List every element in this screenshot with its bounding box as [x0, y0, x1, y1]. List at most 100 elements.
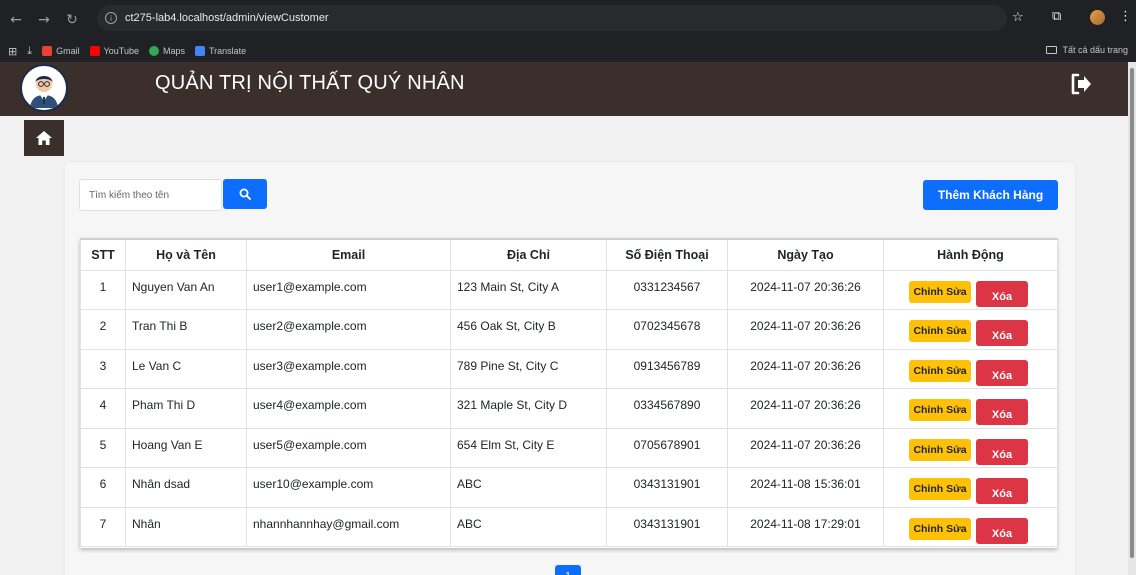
- bookmark-gmail[interactable]: Gmail: [42, 46, 80, 56]
- delete-button[interactable]: Xóa: [976, 438, 1028, 465]
- cell-created: 2024-11-07 20:36:26: [727, 388, 884, 429]
- site-info-icon[interactable]: i: [105, 12, 117, 24]
- table-row: 4 Pham Thi Duser4@example.com 321 Maple St…: [80, 388, 1058, 429]
- cell-address: ABC: [450, 506, 607, 547]
- delete-button[interactable]: Xóa: [976, 280, 1028, 307]
- cell-stt: 2: [80, 309, 126, 350]
- cell-phone: 0334567890: [606, 388, 728, 429]
- maps-icon: [148, 46, 159, 56]
- delete-button[interactable]: Xóa: [976, 359, 1028, 386]
- cell-actions: Chỉnh Sửa Xóa: [883, 467, 1058, 508]
- delete-button[interactable]: Xóa: [976, 320, 1028, 346]
- apps-icon[interactable]: ⊞: [8, 45, 17, 58]
- table-row: 7 Nhân nhannhannhay@gmail.com ABC 0343131901…: [80, 506, 1058, 547]
- row-actions: Chỉnh Sửa Xóa: [884, 517, 1057, 544]
- bookmark-star-icon[interactable]: ☆: [1012, 10, 1024, 25]
- row-actions: Chỉnh Sửa Xóa: [884, 398, 1057, 425]
- col-stt: STT: [80, 238, 126, 271]
- customer-card: Tìm kiếm theo tên Thêm Khách Hàng STT Họ…: [65, 162, 1075, 575]
- search-placeholder: Tìm kiếm theo tên: [89, 189, 170, 201]
- cell-name: Nhân: [125, 506, 247, 547]
- reload-icon[interactable]: ↻: [60, 8, 84, 32]
- cell-name: Pham Thi D: [125, 388, 247, 429]
- row-actions: Chỉnh Sửa Xóa: [884, 477, 1057, 504]
- logout-icon[interactable]: [1067, 70, 1095, 98]
- cell-name: Nhân dsad: [125, 467, 247, 508]
- forward-icon[interactable]: →: [32, 8, 56, 32]
- table-row: 2 Tran Thi Buser2@example.com 456 Oak St, …: [80, 309, 1058, 350]
- translate-icon: [195, 46, 205, 56]
- bookmark-translate[interactable]: Translate: [195, 46, 246, 56]
- page-scrollbar[interactable]: [1128, 62, 1136, 575]
- bookmark-youtube[interactable]: YouTube: [89, 46, 139, 56]
- table-row: 1 Nguyen Van An user1@example.com 123 Main …: [80, 269, 1058, 310]
- cell-phone: 0702345678: [606, 309, 728, 350]
- edit-button[interactable]: Chỉnh Sửa: [909, 438, 971, 461]
- edit-button[interactable]: Chỉnh Sửa: [909, 399, 971, 421]
- profile-avatar[interactable]: [1090, 10, 1105, 25]
- cell-email: user5@example.com: [246, 427, 451, 468]
- cell-created: 2024-11-07 20:36:26: [727, 348, 884, 389]
- col-actions: Hành Động: [883, 238, 1058, 271]
- cell-address: 321 Maple St, City D: [450, 388, 607, 429]
- edit-button[interactable]: Chỉnh Sửa: [909, 517, 971, 540]
- cell-address: 456 Oak St, City B: [450, 309, 607, 350]
- edit-button[interactable]: Chỉnh Sửa: [909, 359, 971, 382]
- cell-email: user4@example.com: [246, 388, 451, 429]
- cell-name: Le Van C: [125, 348, 247, 389]
- customer-table: STT Họ và Tên Email Địa Chỉ Số Điện Thoạ…: [80, 238, 1058, 548]
- extensions-icon[interactable]: ⧉: [1052, 9, 1061, 24]
- row-actions: Chỉnh Sửa Xóa: [884, 319, 1057, 346]
- cell-actions: Chỉnh Sửa Xóa: [883, 427, 1058, 468]
- url-text: ct275-lab4.localhost/admin/viewCustomer: [125, 12, 329, 24]
- delete-button[interactable]: Xóa: [976, 478, 1028, 504]
- cell-address: 789 Pine St, City C: [450, 348, 607, 389]
- edit-button[interactable]: Chỉnh Sửa: [909, 320, 971, 342]
- cell-stt: 5: [80, 427, 126, 468]
- back-icon[interactable]: ←: [4, 8, 28, 32]
- col-address: Địa Chỉ: [450, 238, 607, 271]
- cell-name: Nguyen Van An: [125, 269, 247, 310]
- scrollbar-thumb[interactable]: [1130, 68, 1134, 558]
- cell-name: Hoang Van E: [125, 427, 247, 468]
- bookmarks-bar: ⊞ ⤓ Gmail YouTube Maps Translate Tất cả …: [0, 40, 1136, 62]
- user-icon: [23, 67, 65, 109]
- search-input[interactable]: Tìm kiếm theo tên: [79, 179, 222, 211]
- address-bar[interactable]: i ct275-lab4.localhost/admin/viewCustome…: [97, 5, 1007, 31]
- all-bookmarks[interactable]: Tất cả dấu trang: [1046, 45, 1128, 55]
- menu-icon[interactable]: ⋮: [1119, 9, 1132, 24]
- cell-created: 2024-11-08 15:36:01: [727, 467, 884, 508]
- cell-actions: Chỉnh Sửa Xóa: [883, 506, 1058, 547]
- table-header: STT Họ và Tên Email Địa Chỉ Số Điện Thoạ…: [80, 238, 1058, 271]
- add-customer-button[interactable]: Thêm Khách Hàng: [923, 180, 1058, 210]
- edit-button[interactable]: Chỉnh Sửa: [909, 280, 971, 303]
- row-actions: Chỉnh Sửa Xóa: [884, 359, 1057, 386]
- cell-address: 123 Main St, City A: [450, 269, 607, 310]
- cell-email: user1@example.com: [246, 269, 451, 310]
- cell-actions: Chỉnh Sửa Xóa: [883, 269, 1058, 310]
- bookmark-maps[interactable]: Maps: [148, 46, 185, 56]
- home-button[interactable]: [24, 120, 64, 156]
- cell-name: Tran Thi B: [125, 309, 247, 350]
- cell-stt: 6: [80, 467, 126, 508]
- search-button[interactable]: [223, 179, 267, 209]
- gmail-icon: [42, 46, 53, 56]
- cell-address: ABC: [450, 467, 607, 508]
- row-actions: Chỉnh Sửa Xóa: [884, 280, 1057, 307]
- table-row: 3 Le Van Cuser3@example.com 789 Pine St, C…: [80, 348, 1058, 389]
- delete-button[interactable]: Xóa: [976, 517, 1028, 544]
- pagination-page-1[interactable]: 1: [555, 565, 581, 575]
- admin-avatar: [20, 64, 68, 112]
- delete-button[interactable]: Xóa: [976, 399, 1028, 425]
- cell-created: 2024-11-08 17:29:01: [727, 506, 884, 547]
- cell-email: nhannhannhay@gmail.com: [246, 506, 451, 547]
- cell-actions: Chỉnh Sửa Xóa: [883, 348, 1058, 389]
- cell-created: 2024-11-07 20:36:26: [727, 427, 884, 468]
- edit-button[interactable]: Chỉnh Sửa: [909, 478, 971, 500]
- cell-address: 654 Elm St, City E: [450, 427, 607, 468]
- download-icon[interactable]: ⤓: [27, 45, 32, 58]
- cell-stt: 1: [80, 269, 126, 310]
- cell-phone: 0705678901: [606, 427, 728, 468]
- col-created: Ngày Tạo: [727, 238, 884, 271]
- page-viewport: QUẢN TRỊ NỘI THẤT QUÝ NHÂN Tìm kiếm theo…: [0, 62, 1128, 575]
